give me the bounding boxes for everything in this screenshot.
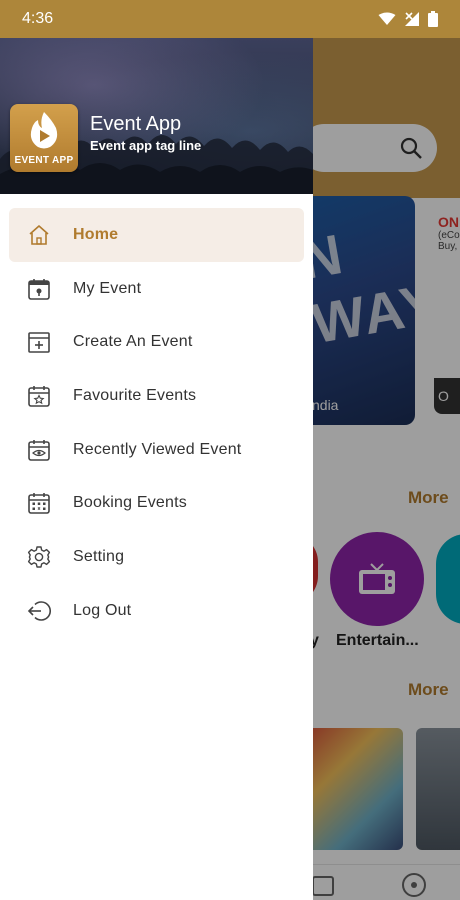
- calendar-pin-icon: [27, 277, 51, 301]
- menu-item-booking-events[interactable]: Booking Events: [9, 476, 304, 530]
- menu-label-setting: Setting: [73, 547, 125, 565]
- signal-icon: [405, 12, 419, 26]
- home-icon: [27, 223, 51, 247]
- menu-item-my-event[interactable]: My Event: [9, 262, 304, 316]
- status-bar: 4:36: [0, 0, 460, 38]
- logo-text: EVENT APP: [14, 155, 74, 166]
- menu-label-my-event: My Event: [73, 279, 142, 297]
- menu-label-log-out: Log Out: [73, 601, 132, 619]
- menu-label-home: Home: [73, 225, 119, 243]
- drawer-menu: Home My Event Create An Event Favourite …: [0, 208, 313, 638]
- menu-item-home[interactable]: Home: [9, 208, 304, 262]
- status-time: 4:36: [22, 10, 54, 27]
- menu-label-favourite-events: Favourite Events: [73, 386, 197, 404]
- play-flame-icon: [30, 112, 58, 149]
- wifi-icon: [378, 12, 396, 25]
- menu-label-recently-viewed: Recently Viewed Event: [73, 440, 242, 458]
- menu-item-recently-viewed[interactable]: Recently Viewed Event: [9, 423, 304, 477]
- menu-item-log-out[interactable]: Log Out: [9, 584, 304, 638]
- app-name: Event App: [90, 113, 182, 135]
- eye-calendar-icon: [27, 438, 51, 462]
- booking-calendar-icon: [27, 491, 51, 515]
- gear-icon: [27, 545, 51, 569]
- status-icons: [378, 11, 438, 27]
- logout-icon: [27, 599, 51, 623]
- drawer-header: EVENT APP Event App Event app tag line: [0, 38, 313, 194]
- menu-item-create-event[interactable]: Create An Event: [9, 315, 304, 369]
- battery-icon: [428, 11, 438, 27]
- star-calendar-icon: [27, 384, 51, 408]
- navigation-drawer: EVENT APP Event App Event app tag line H…: [0, 38, 313, 900]
- app-logo: EVENT APP: [10, 104, 78, 172]
- menu-item-setting[interactable]: Setting: [9, 530, 304, 584]
- add-event-icon: [27, 330, 51, 354]
- menu-label-create-event: Create An Event: [73, 333, 193, 351]
- menu-label-booking-events: Booking Events: [73, 494, 187, 512]
- menu-item-favourite-events[interactable]: Favourite Events: [9, 369, 304, 423]
- app-tagline: Event app tag line: [90, 138, 202, 153]
